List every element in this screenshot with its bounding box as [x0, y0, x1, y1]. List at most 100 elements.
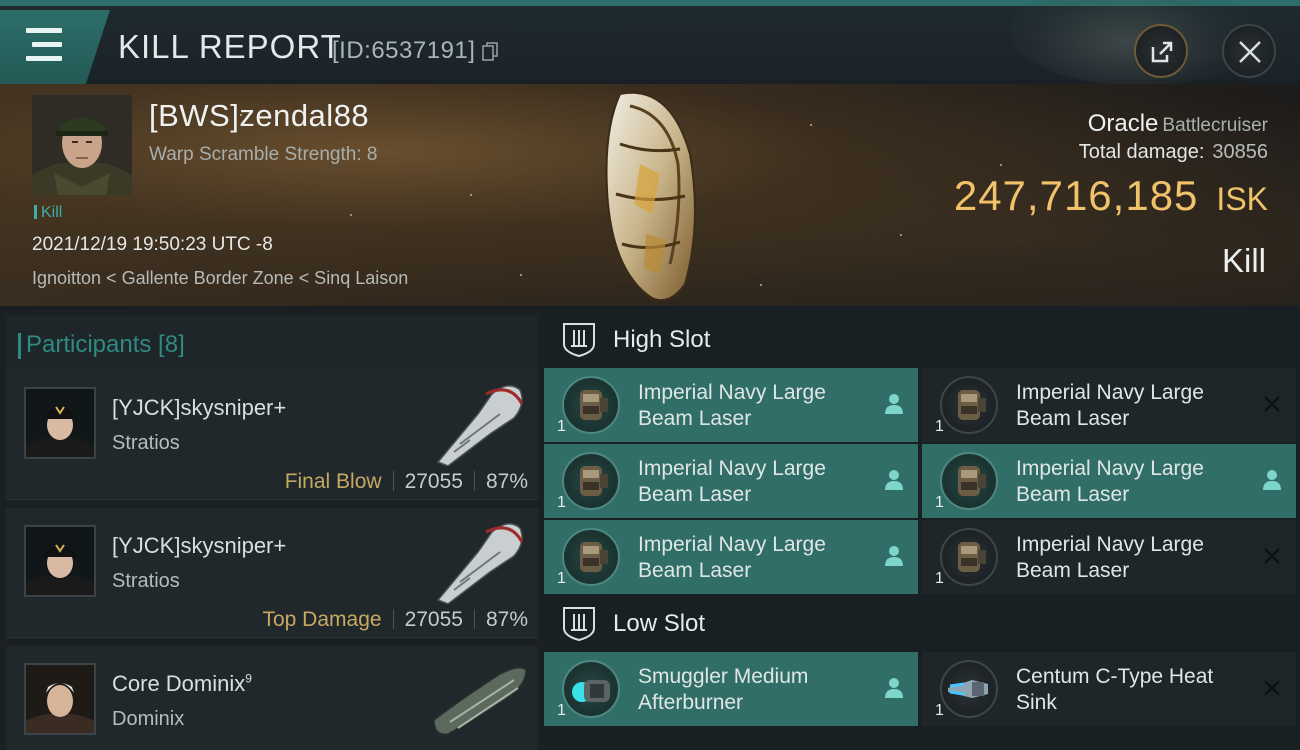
total-damage: Total damage: 30856 — [1079, 141, 1268, 164]
module-name-line: Imperial Navy Large — [1016, 457, 1204, 480]
participant-ship-image — [433, 667, 527, 735]
participant-ship: Dominix — [112, 708, 185, 730]
afterburner-icon — [562, 660, 620, 718]
victim-ship-image[interactable] — [590, 84, 720, 306]
module-tile[interactable]: 1 Imperial Navy Large Beam Laser — [544, 520, 918, 594]
module-tile[interactable]: 1 Imperial Navy Large Beam Laser — [922, 520, 1296, 594]
kill-tag: Kill — [34, 204, 62, 222]
participant-percent: 87% — [485, 608, 528, 631]
kill-id: [ID:6537191] — [332, 37, 476, 64]
module-quantity: 1 — [557, 702, 566, 719]
menu-button[interactable] — [0, 10, 110, 84]
module-quantity: 1 — [557, 570, 566, 587]
destroyed-x-icon — [1260, 392, 1284, 416]
close-button[interactable] — [1222, 24, 1276, 78]
page-title: KILL REPORT — [118, 28, 342, 65]
module-quantity: 1 — [557, 494, 566, 511]
kill-datetime: 2021/12/19 19:50:23 UTC -8 — [32, 234, 273, 255]
module-tile[interactable]: 1 Imperial Navy Large Beam Laser — [922, 444, 1296, 518]
participant-avatar[interactable] — [24, 663, 96, 735]
module-tile[interactable]: 1 Smuggler Medium Afterburner — [544, 652, 918, 726]
beam-laser-icon — [940, 528, 998, 586]
heat-sink-icon — [940, 660, 998, 718]
participant-ship-image — [436, 523, 524, 604]
warp-scramble-strength: Warp Scramble Strength: 8 — [149, 144, 378, 165]
low-slot-header: Low Slot — [544, 594, 1300, 652]
module-name-line: Sink — [1016, 691, 1057, 714]
kill-result: Kill — [1221, 242, 1266, 279]
high-slot-title: High Slot — [613, 326, 711, 353]
module-name: Imperial Navy Large Beam Laser — [1016, 380, 1236, 432]
destroyed-x-icon — [1260, 544, 1284, 568]
participant-role: Final Blow — [284, 470, 382, 493]
person-icon — [882, 392, 906, 416]
participant-ship: Stratios — [112, 432, 180, 454]
victim-ship-name[interactable]: Oracle — [1088, 110, 1159, 137]
module-tile[interactable]: 1 Centum C-Type Heat Sink — [922, 652, 1296, 726]
participant-row[interactable]: [YJCK]skysniper+ Stratios Top Damage 2705… — [6, 508, 538, 638]
module-quantity: 1 — [935, 418, 944, 435]
module-name: Imperial Navy Large Beam Laser — [638, 456, 858, 508]
participant-row[interactable]: Core Dominix9 Dominix — [6, 646, 538, 750]
participants-panel: Participants [8] [YJCK]skysniper+ Strati… — [0, 310, 544, 750]
victim-name[interactable]: [BWS]zendal88 — [149, 98, 369, 134]
module-tile[interactable]: 1 Imperial Navy Large Beam Laser — [544, 368, 918, 442]
beam-laser-icon — [562, 376, 620, 434]
module-name-line: Beam Laser — [638, 559, 752, 582]
beam-laser-icon — [562, 528, 620, 586]
participant-percent: 87% — [485, 470, 528, 493]
share-button[interactable] — [1134, 24, 1188, 78]
participant-name[interactable]: [YJCK]skysniper+ — [112, 395, 286, 421]
person-icon — [1260, 468, 1284, 492]
module-tile[interactable]: 1 Imperial Navy Large Beam Laser — [922, 368, 1296, 442]
module-quantity: 1 — [935, 702, 944, 719]
total-damage-value: 30856 — [1212, 141, 1268, 163]
high-slot-header: High Slot — [544, 310, 1300, 368]
module-name: Centum C-Type Heat Sink — [1016, 664, 1236, 716]
destroyed-x-icon — [1260, 676, 1284, 700]
module-name: Smuggler Medium Afterburner — [638, 664, 858, 716]
participant-stats: Final Blow 27055 87% — [285, 470, 528, 494]
module-name-line: Smuggler Medium — [638, 665, 809, 688]
isk-unit: ISK — [1216, 181, 1268, 217]
participants-header: Participants [8] — [6, 316, 538, 372]
module-name: Imperial Navy Large Beam Laser — [1016, 532, 1236, 584]
module-name: Imperial Navy Large Beam Laser — [638, 380, 858, 432]
kill-location[interactable]: Ignoitton < Gallente Border Zone < Sinq … — [32, 268, 408, 289]
participant-avatar[interactable] — [24, 387, 96, 459]
module-name-line: Beam Laser — [1016, 407, 1130, 430]
participant-row[interactable]: [YJCK]skysniper+ Stratios Final Blow 2705… — [6, 370, 538, 500]
participant-ship: Stratios — [112, 570, 180, 592]
participant-name[interactable]: Core Dominix9 — [112, 671, 252, 697]
module-name: Imperial Navy Large Beam Laser — [1016, 456, 1236, 508]
module-tile[interactable]: 1 Imperial Navy Large Beam Laser — [544, 444, 918, 518]
module-name-line: Afterburner — [638, 691, 744, 714]
isk-value-line: 247,716,185 ISK — [954, 172, 1268, 220]
kill-report-screen: KILL REPORT [ID:6537191] [BWS]zendal88 W… — [0, 0, 1300, 750]
module-name: Imperial Navy Large Beam Laser — [638, 532, 858, 584]
participant-role: Top Damage — [262, 608, 382, 631]
low-slot-title: Low Slot — [613, 610, 706, 637]
victim-avatar[interactable] — [32, 95, 132, 195]
participant-avatar[interactable] — [24, 525, 96, 597]
module-name-line: Beam Laser — [1016, 559, 1130, 582]
copy-icon[interactable] — [482, 42, 498, 61]
participant-damage: 27055 — [404, 470, 463, 493]
person-icon — [882, 544, 906, 568]
module-name-line: Beam Laser — [638, 483, 752, 506]
module-name-line: Beam Laser — [1016, 483, 1130, 506]
beam-laser-icon — [940, 452, 998, 510]
beam-laser-icon — [562, 452, 620, 510]
participant-name[interactable]: [YJCK]skysniper+ — [112, 533, 286, 559]
close-icon — [1239, 41, 1261, 63]
fitting-panel: High Slot 1 Imperial Navy Large Beam Laser… — [544, 310, 1300, 750]
person-icon — [882, 676, 906, 700]
person-icon — [882, 468, 906, 492]
participants-title: Participants [8] — [18, 331, 185, 359]
low-slot-icon — [563, 607, 595, 642]
beam-laser-icon — [940, 376, 998, 434]
participant-sup: 9 — [245, 671, 252, 686]
high-slot-icon — [563, 323, 595, 358]
module-name-line: Imperial Navy Large — [638, 381, 826, 404]
victim-ship-line: Oracle Battlecruiser — [1088, 110, 1268, 138]
